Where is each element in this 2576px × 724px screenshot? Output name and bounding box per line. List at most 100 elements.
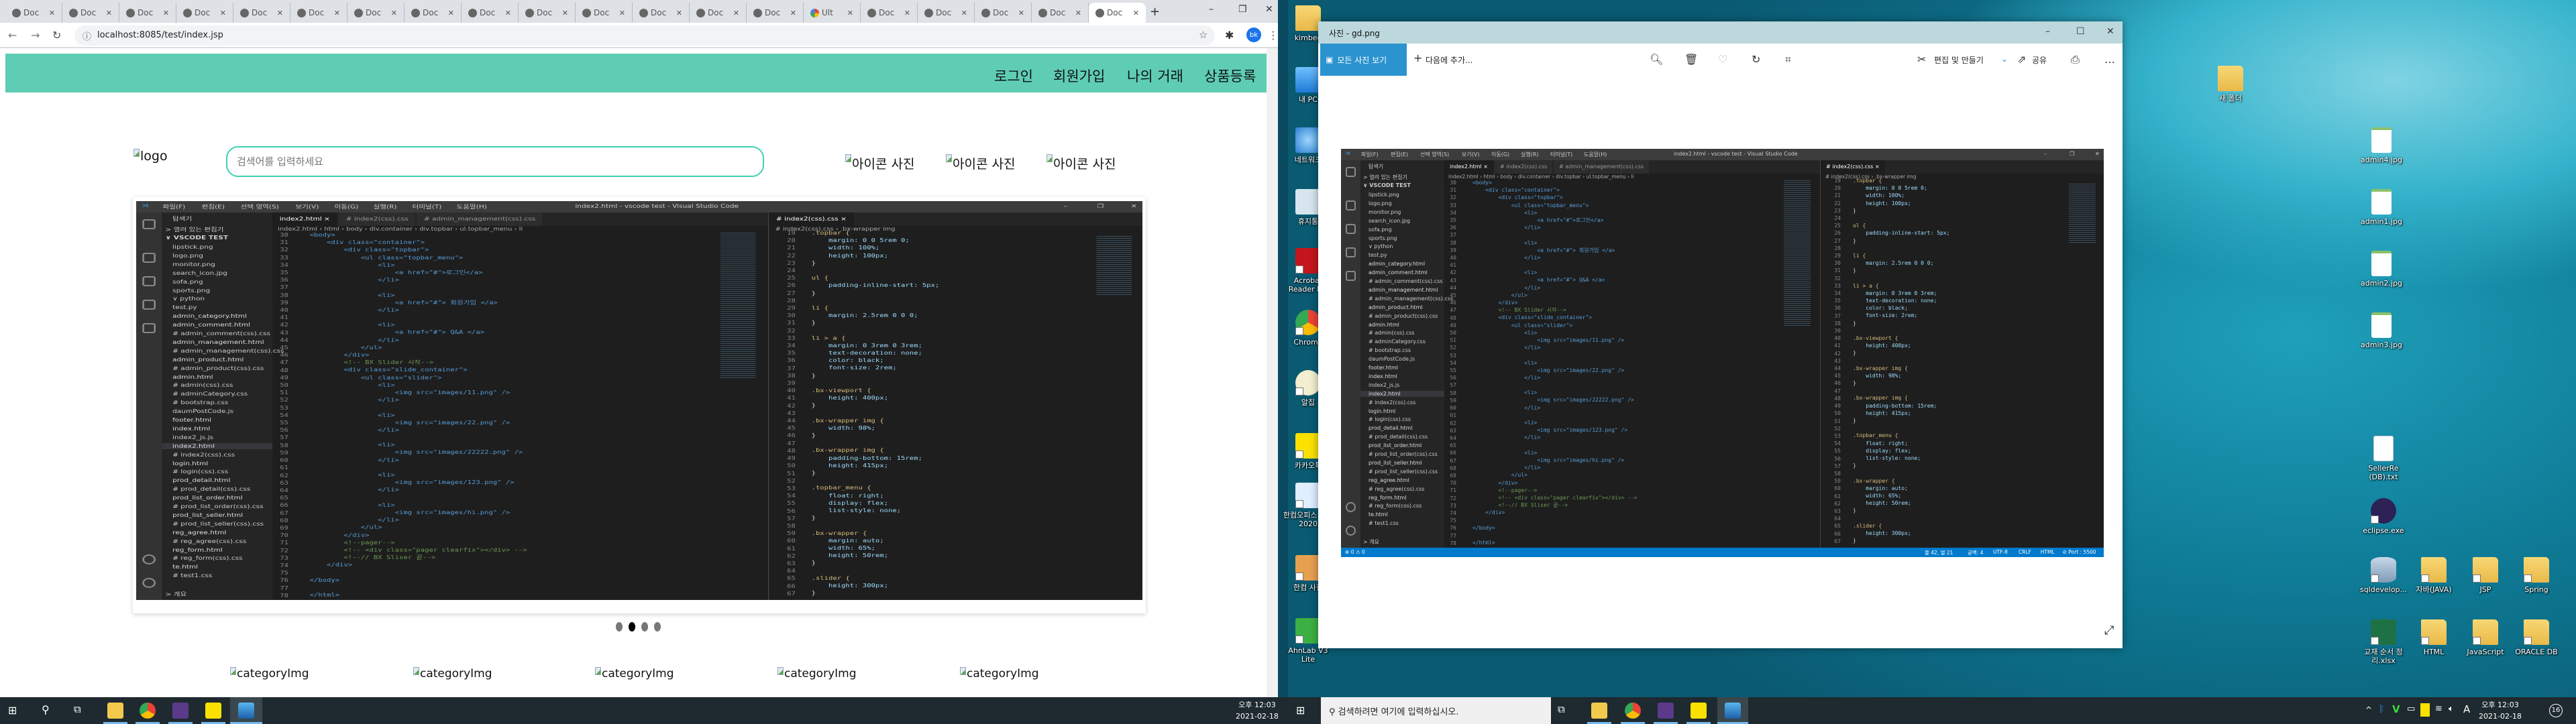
desktop-icon-sellerre[interactable]: SellerRe (DB).txt	[2358, 436, 2409, 481]
clock[interactable]: 오후 12:03 2021-02-18	[2479, 699, 2522, 722]
pager-dot[interactable]	[629, 622, 635, 631]
page-scrollbar[interactable]	[1267, 48, 1278, 697]
v3-tray-icon[interactable]: V	[2392, 703, 2400, 715]
browser-tab[interactable]: Doc ✕	[747, 3, 804, 23]
tab-close-icon[interactable]: ✕	[220, 9, 226, 17]
logo-image[interactable]: logo	[133, 149, 168, 164]
pager-dot[interactable]	[654, 622, 661, 631]
minimize-button[interactable]: –	[1209, 4, 1214, 15]
browser-tab[interactable]: Ult ✕	[804, 3, 861, 23]
desktop-icon-grid-item[interactable]: JSP	[2460, 557, 2511, 594]
desktop-icon-eclipse[interactable]: eclipse.exe	[2358, 498, 2409, 535]
chrome-icon[interactable]	[140, 703, 156, 719]
close-button[interactable]: ✕	[1265, 4, 1273, 15]
favorite-heart-icon[interactable]: ♡	[1718, 53, 1727, 66]
fullscreen-expand-icon[interactable]: ⤢	[2104, 623, 2114, 638]
desktop-icon-grid-item[interactable]: 자바(JAVA)	[2408, 557, 2459, 594]
file-explorer-icon[interactable]	[107, 703, 123, 719]
tab-close-icon[interactable]: ✕	[106, 9, 112, 17]
browser-tab[interactable]: Doc ✕	[1032, 3, 1089, 23]
tab-close-icon[interactable]: ✕	[733, 9, 739, 17]
profile-avatar[interactable]: bk	[1246, 27, 1261, 42]
task-view-icon[interactable]: ⧉	[74, 703, 81, 715]
browser-tab[interactable]: Doc ✕	[462, 3, 519, 23]
battery-icon[interactable]: ▭	[2407, 704, 2415, 714]
add-to-button[interactable]: 다음에 추가...	[1426, 54, 1472, 66]
icon-image-1[interactable]: 아이콘 사진	[845, 154, 914, 172]
file-explorer-icon[interactable]	[1591, 703, 1607, 719]
category-image[interactable]: categoryImg	[960, 667, 1039, 680]
kakaotalk-icon[interactable]	[205, 703, 221, 719]
icon-image-2[interactable]: 아이콘 사진	[946, 154, 1015, 172]
desktop-icon-new-folder[interactable]: 새 폴더	[2205, 66, 2256, 103]
photos-taskbar-button[interactable]	[230, 697, 262, 724]
maximize-button[interactable]: ☐	[2076, 26, 2085, 37]
browser-tab[interactable]: Doc ✕	[690, 3, 747, 23]
minimize-button[interactable]: –	[2045, 26, 2050, 37]
bookmark-star-icon[interactable]: ☆	[1199, 29, 1208, 41]
tab-close-icon[interactable]: ✕	[961, 9, 967, 17]
tab-close-icon[interactable]: ✕	[1133, 9, 1139, 17]
menu-signup[interactable]: 회원가입	[1053, 66, 1105, 86]
search-input[interactable]	[226, 146, 764, 177]
browser-tab[interactable]: Doc ✕	[1089, 3, 1146, 23]
share-button[interactable]: 공유	[2032, 54, 2047, 66]
tab-close-icon[interactable]: ✕	[676, 9, 682, 17]
forward-button[interactable]: →	[31, 29, 40, 42]
desktop-icon-image[interactable]: admin1.jpg	[2356, 189, 2407, 226]
icon-image-3[interactable]: 아이콘 사진	[1046, 154, 1116, 172]
browser-tab[interactable]: Doc ✕	[5, 3, 62, 23]
back-button[interactable]: ←	[8, 29, 17, 42]
maximize-button[interactable]: ❐	[1238, 4, 1247, 15]
taskbar-search-box[interactable]: ⚲ 검색하려면 여기에 입력하십시오.	[1321, 697, 1551, 724]
rotate-icon[interactable]: ↻	[1752, 53, 1760, 66]
edit-create-button[interactable]: 편집 및 만들기	[1934, 54, 1984, 66]
desktop-icon-grid-item[interactable]: ORACLE DB	[2511, 619, 2562, 656]
volume-muted-icon[interactable]: 🔈︎	[2449, 704, 2454, 714]
desktop-icon-image[interactable]: admin3.jpg	[2356, 312, 2407, 349]
bluetooth-icon[interactable]: ᛒ	[2379, 704, 2384, 715]
tab-close-icon[interactable]: ✕	[1075, 9, 1081, 17]
browser-tab[interactable]: Doc ✕	[119, 3, 176, 23]
tab-close-icon[interactable]: ✕	[562, 9, 568, 17]
browser-tab[interactable]: Doc ✕	[290, 3, 347, 23]
notification-center-button[interactable]: 16	[2549, 704, 2563, 717]
address-bar[interactable]: ⓘ localhost:8085/test/index.jsp ☆	[74, 25, 1215, 46]
clock[interactable]: 오후 12:03 2021-02-18	[1236, 699, 1279, 722]
kakaotalk-icon[interactable]	[1690, 703, 1707, 719]
zoom-icon[interactable]: 🔍︎	[1650, 53, 1663, 66]
browser-tab[interactable]: Doc ✕	[633, 3, 690, 23]
app-icon[interactable]	[1658, 703, 1674, 719]
new-tab-button[interactable]: +	[1150, 5, 1160, 19]
extensions-icon[interactable]: ✱	[1225, 29, 1234, 42]
photos-taskbar-button[interactable]	[1717, 697, 1748, 724]
tab-close-icon[interactable]: ✕	[334, 9, 340, 17]
tab-close-icon[interactable]: ✕	[391, 9, 397, 17]
browser-tab[interactable]: Doc ✕	[405, 3, 462, 23]
desktop-icon-image[interactable]: admin4.jpg	[2356, 127, 2407, 164]
category-image[interactable]: categoryImg	[595, 667, 674, 680]
tab-close-icon[interactable]: ✕	[1018, 9, 1024, 17]
app-icon[interactable]	[172, 703, 189, 719]
chevron-down-icon[interactable]: ⌄	[2001, 54, 2008, 64]
desktop-icon-grid-item[interactable]: sqldevelop...	[2358, 557, 2409, 594]
tab-close-icon[interactable]: ✕	[448, 9, 454, 17]
tab-close-icon[interactable]: ✕	[790, 9, 796, 17]
browser-tab[interactable]: Doc ✕	[62, 3, 119, 23]
task-view-icon[interactable]: ⧉	[1558, 703, 1565, 715]
input-method-icon[interactable]: A	[2463, 703, 2470, 715]
browser-tab[interactable]: Doc ✕	[576, 3, 633, 23]
search-icon[interactable]: ⚲	[42, 703, 50, 716]
category-image[interactable]: categoryImg	[230, 667, 309, 680]
desktop-icon-grid-item[interactable]: Spring	[2511, 557, 2562, 594]
tab-close-icon[interactable]: ✕	[505, 9, 511, 17]
browser-tab[interactable]: Doc ✕	[347, 3, 405, 23]
tab-close-icon[interactable]: ✕	[163, 9, 169, 17]
browser-tab[interactable]: Doc ✕	[519, 3, 576, 23]
browser-tab[interactable]: Doc ✕	[176, 3, 233, 23]
network-icon[interactable]: ≋	[2435, 704, 2443, 714]
kakaotalk-tray-icon[interactable]	[2420, 703, 2430, 717]
tab-close-icon[interactable]: ✕	[277, 9, 283, 17]
tab-close-icon[interactable]: ✕	[49, 9, 55, 17]
browser-tab[interactable]: Doc ✕	[861, 3, 918, 23]
